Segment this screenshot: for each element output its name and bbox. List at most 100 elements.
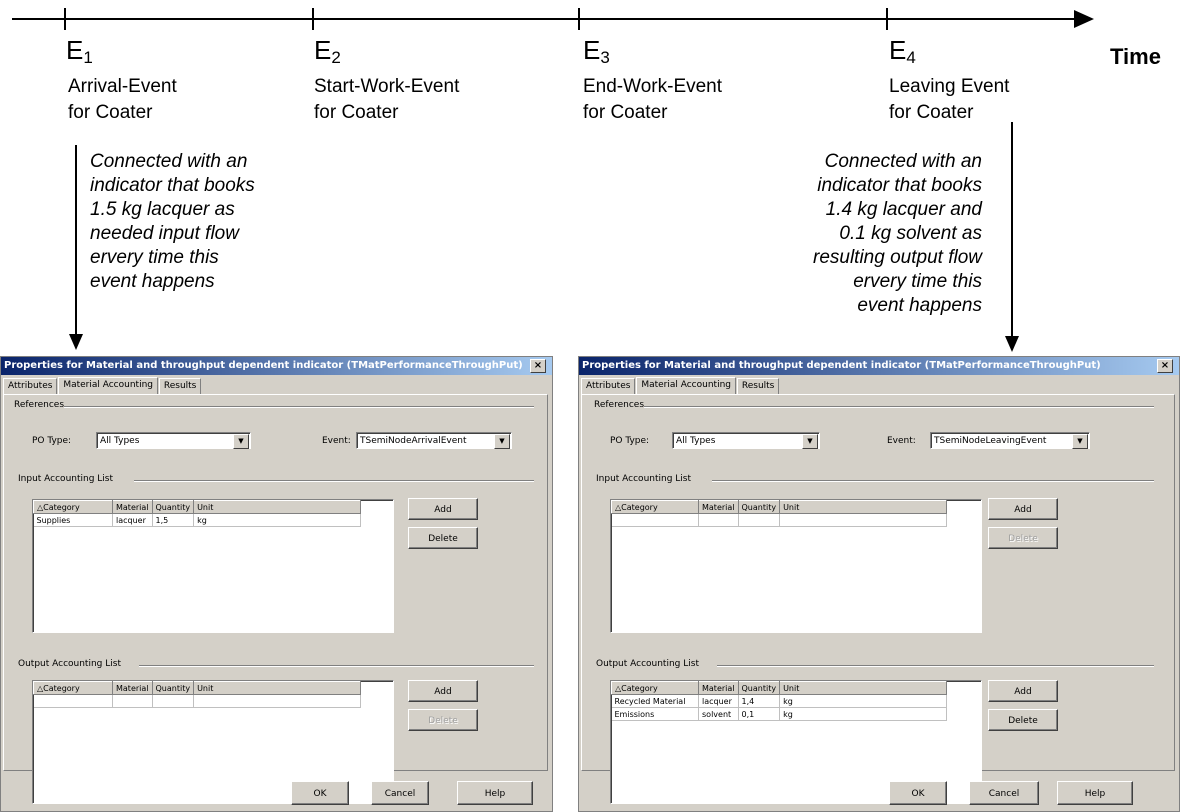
input-accounting-list[interactable]: △Category Material Quantity Unit [610,499,982,633]
event-tick [312,8,314,30]
dialog-title: Properties for Material and throughput d… [4,360,523,371]
event-e3-id: E3 [583,35,610,67]
references-label: References [594,400,645,410]
tab-results[interactable]: Results [736,378,780,394]
event-label: Event: [322,436,351,446]
tab-attributes[interactable]: Attributes [3,378,58,394]
cancel-button[interactable]: Cancel [371,781,429,805]
column-header-category[interactable]: △Category [611,681,699,695]
output-delete-button[interactable]: Delete [408,709,478,731]
output-add-button[interactable]: Add [988,680,1058,702]
chevron-down-icon[interactable]: ▼ [1072,434,1088,449]
event-e4-description: Leaving Event for Coater [889,76,1010,123]
column-header-material[interactable]: Material [698,681,739,695]
dialog-title-bar[interactable]: Properties for Material and throughput d… [579,357,1179,375]
output-delete-button[interactable]: Delete [988,709,1058,731]
column-header-quantity[interactable]: Quantity [737,500,781,514]
event-select[interactable]: TSemiNodeArrivalEvent ▼ [356,432,512,449]
tab-attributes[interactable]: Attributes [581,378,636,394]
column-header-quantity[interactable]: Quantity [737,681,781,695]
output-add-button[interactable]: Add [408,680,478,702]
column-header-unit[interactable]: Unit [193,500,362,514]
input-accounting-list[interactable]: △Category Material Quantity Unit Supplie… [32,499,394,633]
table-row-empty [33,694,362,708]
column-header-quantity[interactable]: Quantity [151,681,195,695]
input-accounting-label: Input Accounting List [18,474,114,484]
chevron-down-icon[interactable]: ▼ [802,434,818,449]
table-row-empty [611,513,948,527]
left-annotation: Connected with an indicator that books 1… [90,151,255,292]
po-type-value: All Types [676,436,716,446]
dialog-title-bar[interactable]: Properties for Material and throughput d… [1,357,552,375]
column-header-material[interactable]: Material [698,500,739,514]
event-tick [886,8,888,30]
properties-dialog-leaving: Properties for Material and throughput d… [578,356,1180,812]
divider [644,406,1154,408]
references-label: References [14,400,65,410]
left-connector-arrowhead [69,334,83,350]
timeline-axis [12,18,1082,20]
divider [712,480,1154,482]
timeline-arrowhead [1074,10,1094,28]
divider [134,480,534,482]
cell-unit: kg [193,513,362,527]
close-icon[interactable]: × [530,359,546,373]
output-accounting-label: Output Accounting List [596,659,699,669]
cell-quantity: 0,1 [738,707,781,721]
po-type-value: All Types [100,436,140,446]
chevron-down-icon[interactable]: ▼ [233,434,249,449]
table-row[interactable]: Recycled Material lacquer 1,4 kg [611,694,948,708]
tab-results[interactable]: Results [158,378,202,394]
po-type-label: PO Type: [610,436,650,446]
event-e2-id: E2 [314,35,341,67]
cell-quantity: 1,4 [738,694,781,708]
event-e1-description: Arrival-Event for Coater [68,76,177,123]
po-type-select[interactable]: All Types ▼ [96,432,251,449]
help-button[interactable]: Help [457,781,533,805]
column-header-material[interactable]: Material [112,500,153,514]
event-e4-id: E4 [889,35,916,67]
event-value: TSemiNodeArrivalEvent [360,436,467,446]
right-annotation: Connected with an indicator that books 1… [813,151,982,316]
divider [717,665,1154,667]
tab-strip: Attributes Material Accounting Results [581,377,780,394]
cell-category: Supplies [33,513,113,527]
po-type-select[interactable]: All Types ▼ [672,432,820,449]
column-header-quantity[interactable]: Quantity [151,500,195,514]
output-accounting-label: Output Accounting List [18,659,121,669]
cell-unit: kg [779,707,948,721]
input-delete-button[interactable]: Delete [408,527,478,549]
table-row[interactable]: Supplies lacquer 1,5 kg [33,513,362,527]
tab-page: References PO Type: All Types ▼ Event: TS… [3,394,548,804]
help-button[interactable]: Help [1057,781,1133,805]
cancel-button[interactable]: Cancel [969,781,1039,805]
cell-material: lacquer [698,694,739,708]
column-header-unit[interactable]: Unit [193,681,362,695]
right-connector-line [1011,122,1013,337]
input-add-button[interactable]: Add [988,498,1058,520]
event-label: Event: [887,436,916,446]
event-value: TSemiNodeLeavingEvent [934,436,1047,446]
table-row[interactable]: Emissions solvent 0,1 kg [611,707,948,721]
ok-button[interactable]: OK [889,781,947,805]
tab-material-accounting[interactable]: Material Accounting [636,377,736,394]
po-type-label: PO Type: [32,436,72,446]
input-add-button[interactable]: Add [408,498,478,520]
tab-page: References PO Type: All Types ▼ Event: TS… [581,394,1175,804]
column-header-category[interactable]: △Category [33,681,113,695]
chevron-down-icon[interactable]: ▼ [494,434,510,449]
close-icon[interactable]: × [1157,359,1173,373]
input-delete-button[interactable]: Delete [988,527,1058,549]
divider [64,406,534,408]
ok-button[interactable]: OK [291,781,349,805]
cell-category: Recycled Material [611,694,699,708]
event-e3-description: End-Work-Event for Coater [583,76,723,123]
column-header-category[interactable]: △Category [33,500,113,514]
column-header-material[interactable]: Material [112,681,153,695]
column-header-category[interactable]: △Category [611,500,699,514]
column-header-unit[interactable]: Unit [779,681,948,695]
cell-unit: kg [779,694,948,708]
tab-material-accounting[interactable]: Material Accounting [58,377,158,394]
column-header-unit[interactable]: Unit [779,500,948,514]
event-select[interactable]: TSemiNodeLeavingEvent ▼ [930,432,1090,449]
